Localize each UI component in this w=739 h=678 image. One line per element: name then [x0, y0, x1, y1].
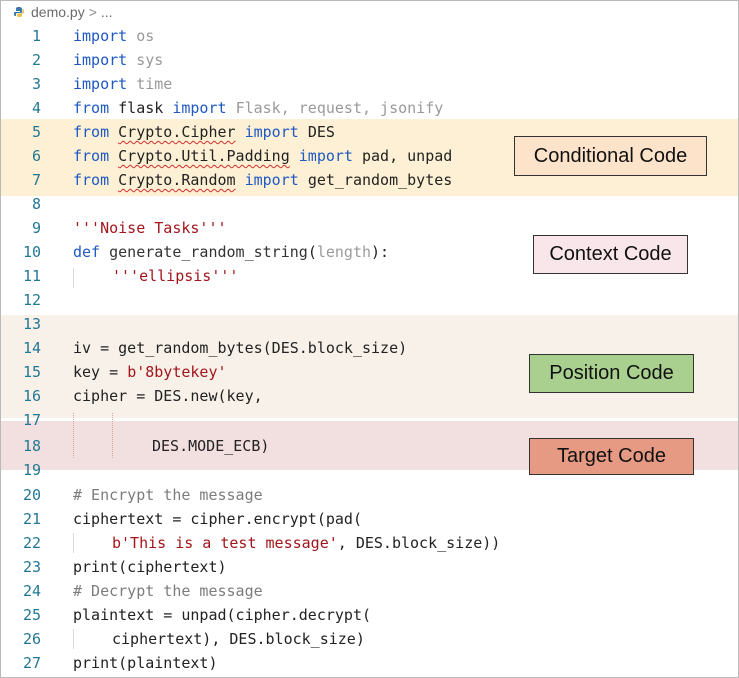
imported-names: Flask, request, jsonify — [235, 99, 444, 117]
line-number: 15 — [22, 363, 41, 381]
string-literal: b'8bytekey' — [127, 363, 227, 381]
line-number: 12 — [22, 291, 41, 309]
statement: cipher = DES.new(key, — [73, 387, 263, 405]
statement: iv = get_random_bytes(DES.block_size) — [73, 339, 408, 357]
line-number: 18 — [22, 437, 41, 455]
code-line[interactable]: 20 # Encrypt the message — [1, 483, 738, 507]
keyword: from — [73, 99, 110, 117]
line-number: 24 — [22, 582, 41, 600]
line-number: 21 — [22, 510, 41, 528]
module-name: Crypto.Cipher — [118, 123, 236, 141]
statement: key = — [73, 363, 128, 381]
statement: , DES.block_size)) — [337, 534, 501, 552]
module-name: os — [136, 27, 155, 45]
module-name: Crypto.Util.Padding — [118, 147, 290, 165]
imported-names: pad, unpad — [362, 147, 453, 165]
line-number: 23 — [22, 558, 41, 576]
line-number: 25 — [22, 606, 41, 624]
line-number: 19 — [22, 461, 41, 479]
position-code-label: Position Code — [529, 354, 694, 393]
paren: ): — [371, 243, 390, 261]
line-number: 20 — [22, 486, 41, 504]
code-line[interactable]: 12 — [1, 288, 738, 312]
imported-names: get_random_bytes — [307, 171, 453, 189]
keyword: import — [73, 27, 128, 45]
comment: # Encrypt the message — [73, 486, 263, 504]
line-number: 5 — [31, 123, 41, 141]
line-number: 10 — [22, 243, 41, 261]
keyword: def — [73, 243, 101, 261]
code-line[interactable]: 17 — [1, 408, 738, 432]
line-number: 13 — [22, 315, 41, 333]
line-number: 16 — [22, 387, 41, 405]
statement: ciphertext = cipher.encrypt(pad( — [73, 510, 362, 528]
line-number: 1 — [31, 27, 41, 45]
docstring: '''ellipsis''' — [112, 267, 239, 285]
line-number: 22 — [22, 534, 41, 552]
code-line[interactable]: 2 import sys — [1, 48, 738, 72]
module-name: Crypto.Random — [118, 171, 236, 189]
line-number: 4 — [31, 99, 41, 117]
keyword: from — [73, 171, 110, 189]
function-name: generate_random_string — [109, 243, 308, 261]
module-name: flask — [118, 99, 164, 117]
chevron-right-icon: > — [88, 4, 97, 20]
string-literal: b'This is a test message' — [112, 534, 338, 552]
line-number: 3 — [31, 75, 41, 93]
comment: # Decrypt the message — [73, 582, 263, 600]
line-number: 9 — [31, 219, 41, 237]
line-number: 6 — [31, 147, 41, 165]
context-code-label: Context Code — [533, 235, 688, 274]
code-line[interactable]: 21 ciphertext = cipher.encrypt(pad( — [1, 507, 738, 531]
statement: print(plaintext) — [73, 654, 218, 672]
statement: print(ciphertext) — [73, 558, 227, 576]
line-number: 17 — [22, 411, 41, 429]
line-number: 8 — [31, 195, 41, 213]
code-line[interactable]: 25 plaintext = unpad(cipher.decrypt( — [1, 603, 738, 627]
imported-names: DES — [307, 123, 335, 141]
keyword: import — [73, 51, 128, 69]
line-number: 2 — [31, 51, 41, 69]
keyword: from — [73, 123, 110, 141]
docstring: '''Noise Tasks''' — [73, 219, 227, 237]
keyword: from — [73, 147, 110, 165]
line-number: 26 — [22, 630, 41, 648]
python-file-icon — [14, 7, 24, 17]
code-line[interactable]: 8 — [1, 192, 738, 216]
line-number: 7 — [31, 171, 41, 189]
statement: plaintext = unpad(cipher.decrypt( — [73, 606, 372, 624]
parameter: length — [316, 243, 372, 261]
editor-window: demo.py > ... 1 import os 2 import sys 3… — [0, 0, 739, 678]
keyword: import — [172, 99, 227, 117]
statement: DES.MODE_ECB) — [152, 437, 270, 455]
code-line[interactable]: 27 print(plaintext) — [1, 651, 738, 675]
module-name: sys — [136, 51, 164, 69]
target-code-label: Target Code — [529, 438, 694, 475]
breadcrumb-trail[interactable]: ... — [101, 4, 113, 20]
conditional-code-label: Conditional Code — [514, 136, 707, 176]
breadcrumb[interactable]: demo.py > ... — [13, 1, 113, 23]
paren: ( — [307, 243, 317, 261]
code-line[interactable]: 3 import time — [1, 72, 738, 96]
line-number: 27 — [22, 654, 41, 672]
module-name: time — [136, 75, 173, 93]
code-line[interactable]: 4 from flask import Flask, request, json… — [1, 96, 738, 120]
code-line[interactable]: 24 # Decrypt the message — [1, 579, 738, 603]
line-number: 14 — [22, 339, 41, 357]
code-line[interactable]: 13 — [1, 312, 738, 336]
keyword: import — [298, 147, 353, 165]
keyword: import — [244, 171, 299, 189]
statement: ciphertext), DES.block_size) — [112, 630, 365, 648]
code-line[interactable]: 23 print(ciphertext) — [1, 555, 738, 579]
code-line[interactable]: 22 b'This is a test message', DES.block_… — [1, 531, 738, 555]
line-number: 11 — [22, 267, 41, 285]
code-line[interactable]: 26 ciphertext), DES.block_size) — [1, 627, 738, 651]
code-line[interactable]: 1 import os — [1, 24, 738, 48]
keyword: import — [73, 75, 128, 93]
breadcrumb-file[interactable]: demo.py — [31, 4, 85, 20]
keyword: import — [244, 123, 299, 141]
